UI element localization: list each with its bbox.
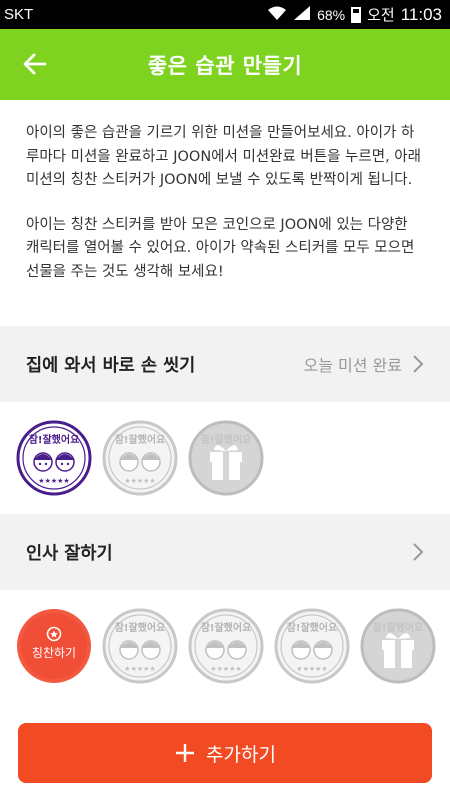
gift-sticker: 참!잘했어요 [360,608,436,684]
battery-icon [351,6,362,23]
mission-name: 집에 와서 바로 손 씻기 [26,355,196,376]
sticker-empty: 참!잘했어요 ★★★★★ [188,608,264,684]
svg-text:★★★★★: ★★★★★ [210,665,241,673]
add-button-label: 추가하기 [206,743,276,766]
app-bar: 좋은 습관 만들기 [0,29,450,100]
svg-text:★★★★★: ★★★★★ [124,665,155,673]
sticker-text: 참!잘했어요 [115,433,166,446]
praise-button[interactable]: 칭찬하기 [16,608,92,684]
sticker-text: 참!잘했어요 [29,433,80,446]
mission-header-2[interactable]: 인사 잘하기 [0,514,450,590]
wifi-icon [267,5,287,25]
arrow-left-icon [23,53,47,75]
sticker-earned: 참!잘했어요 ★★★★★ [16,420,92,496]
signal-icon [293,5,311,25]
mission-header-1[interactable]: 집에 와서 바로 손 씻기 오늘 미션 완료 [0,326,450,402]
carrier-label: SKT [4,6,34,23]
chevron-right-icon [413,543,424,561]
sticker-text: 참!잘했어요 [373,621,424,634]
sticker-text: 참!잘했어요 [287,621,338,634]
sticker-row-2: 칭찬하기 참!잘했어요 ★★★★★ 참!잘했어요 ★★★★★ 참!잘했어요 ★★… [0,590,450,705]
status-bar: SKT 68% 오전 11:03 [0,0,450,29]
sticker-empty: 참!잘했어요 ★★★★★ [102,608,178,684]
sticker-row-1: 참!잘했어요 ★★★★★ 참!잘했어요 ★★★★★ 참!잘했어요 [0,402,450,514]
sticker-empty: 참!잘했어요 ★★★★★ [102,420,178,496]
intro-paragraph-1: 아이의 좋은 습관을 기르기 위한 미션을 만들어보세요. 아이가 하루마다 미… [26,125,421,188]
time-ampm: 오전 [367,6,395,24]
bottom-bar: 추가하기 [0,705,450,800]
sticker-text: 참!잘했어요 [201,621,252,634]
mission-status: 오늘 미션 완료 [303,356,403,375]
add-mission-button[interactable]: 추가하기 [18,723,432,783]
sticker-text: 참!잘했어요 [201,433,252,446]
page-title: 좋은 습관 만들기 [147,53,303,78]
sticker-empty: 참!잘했어요 ★★★★★ [274,608,350,684]
chevron-right-icon [413,355,424,373]
svg-text:★★★★★: ★★★★★ [296,665,327,673]
sticker-text: 참!잘했어요 [115,621,166,634]
intro-text: 아이의 좋은 습관을 기르기 위한 미션을 만들어보세요. 아이가 하루마다 미… [0,100,450,325]
svg-text:★★★★★: ★★★★★ [38,477,69,485]
mission-name: 인사 잘하기 [26,543,113,564]
battery-percent: 68% [317,6,346,23]
intro-paragraph-2: 아이는 칭찬 스티커를 받아 모은 코인으로 JOON에 있는 다양한 캐릭터를… [26,216,415,280]
gift-sticker: 참!잘했어요 [188,420,264,496]
back-button[interactable] [18,47,52,81]
plus-icon [176,744,195,762]
clock-time: 11:03 [400,4,442,24]
svg-text:★★★★★: ★★★★★ [124,477,155,485]
praise-button-label: 칭찬하기 [32,645,76,660]
